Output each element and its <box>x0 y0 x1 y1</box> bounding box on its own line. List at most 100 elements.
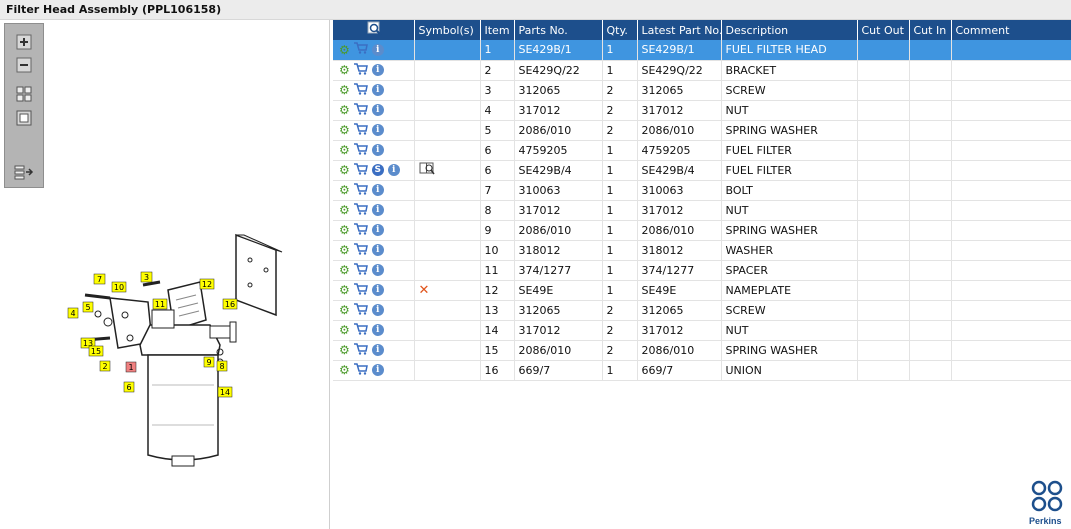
info-icon[interactable]: i <box>371 124 384 136</box>
info-icon[interactable]: i <box>371 324 384 336</box>
info-icon[interactable]: i <box>387 164 400 176</box>
add-to-cart-button[interactable] <box>353 82 368 98</box>
column-header-latest-part-no[interactable]: Latest Part No. <box>637 20 722 40</box>
callout-1[interactable]: 1 <box>125 361 137 373</box>
gear-icon[interactable]: ⚙ <box>339 164 350 176</box>
gear-icon[interactable]: ⚙ <box>339 84 350 96</box>
gear-icon[interactable]: ⚙ <box>339 244 350 256</box>
column-header-preview[interactable] <box>333 20 415 40</box>
info-icon[interactable]: i <box>371 344 384 356</box>
table-row[interactable]: ⚙ i 11 374/1277 1 374/1277 SPACER <box>333 260 1071 281</box>
table-row[interactable]: ⚙ i 9 2086/010 1 2086/010 SPRING WASHER <box>333 220 1071 241</box>
info-icon[interactable]: i <box>371 224 384 236</box>
info-icon[interactable]: i <box>371 244 384 256</box>
add-to-cart-button[interactable] <box>353 302 368 318</box>
table-row[interactable]: ⚙ i 13 312065 2 312065 SCREW <box>333 300 1071 321</box>
add-to-cart-button[interactable] <box>353 122 368 138</box>
gear-icon[interactable]: ⚙ <box>339 284 350 296</box>
table-row[interactable]: ⚙ i 2 SE429Q/22 1 SE429Q/22 BRACKET <box>333 60 1071 81</box>
column-header-parts-no[interactable]: Parts No. <box>514 20 603 40</box>
callout-3[interactable]: 3 <box>140 271 153 283</box>
service-icon[interactable]: S <box>371 164 384 176</box>
column-header-cut-in[interactable]: Cut In <box>909 20 952 40</box>
info-icon[interactable]: i <box>371 64 384 76</box>
gear-icon[interactable]: ⚙ <box>339 224 350 236</box>
add-to-cart-button[interactable] <box>353 282 368 298</box>
callout-5[interactable]: 5 <box>82 301 94 313</box>
column-header-description[interactable]: Description <box>721 20 858 40</box>
add-to-cart-button[interactable] <box>353 102 368 118</box>
add-to-cart-button[interactable] <box>353 182 368 198</box>
add-to-cart-button[interactable] <box>353 322 368 338</box>
info-icon[interactable]: i <box>371 43 384 56</box>
table-row[interactable]: ⚙ i 1 SE429B/1 1 SE429B/1 FUEL FILTER HEAD <box>333 40 1071 61</box>
callout-9[interactable]: 9 <box>203 356 215 368</box>
gear-icon[interactable]: ⚙ <box>339 144 350 156</box>
column-header-symbols[interactable]: Symbol(s) <box>414 20 481 40</box>
add-to-cart-button[interactable] <box>353 142 368 158</box>
table-row[interactable]: ⚙ i 8 317012 1 317012 NUT <box>333 200 1071 221</box>
fit-window-button[interactable] <box>13 109 35 127</box>
info-icon[interactable]: i <box>371 104 384 116</box>
exploded-parts-drawing[interactable]: 7 3 10 12 4 5 11 16 13 15 2 1 9 8 6 14 <box>60 230 300 480</box>
info-icon[interactable]: i <box>371 284 384 296</box>
column-header-comment[interactable]: Comment <box>951 20 1071 40</box>
gear-icon[interactable]: ⚙ <box>339 304 350 316</box>
symbol-book[interactable] <box>419 162 435 178</box>
gear-icon[interactable]: ⚙ <box>339 124 350 136</box>
zoom-in-button[interactable] <box>13 33 35 51</box>
gear-icon[interactable]: ⚙ <box>339 64 350 76</box>
column-header-cut-out[interactable]: Cut Out <box>857 20 910 40</box>
info-icon[interactable]: i <box>371 84 384 96</box>
gear-icon[interactable]: ⚙ <box>339 204 350 216</box>
fit-all-button[interactable] <box>13 85 35 103</box>
add-to-cart-button[interactable] <box>353 42 368 57</box>
callout-11[interactable]: 11 <box>152 298 168 310</box>
table-row[interactable]: ⚙ i 4 317012 2 317012 NUT <box>333 100 1071 121</box>
add-to-cart-button[interactable] <box>353 362 368 378</box>
add-to-cart-button[interactable] <box>353 242 368 258</box>
table-row[interactable]: ⚙ i 14 317012 2 317012 NUT <box>333 320 1071 341</box>
callout-4[interactable]: 4 <box>67 307 79 319</box>
export-list-button[interactable] <box>13 163 35 181</box>
table-row[interactable]: ⚙ i 7 310063 1 310063 BOLT <box>333 180 1071 201</box>
table-row[interactable]: ⚙ i 5 2086/010 2 2086/010 SPRING WASHER <box>333 120 1071 141</box>
table-row[interactable]: ⚙ i 3 312065 2 312065 SCREW <box>333 80 1071 101</box>
info-icon[interactable]: i <box>371 264 384 276</box>
callout-12[interactable]: 12 <box>199 278 215 290</box>
column-header-item[interactable]: Item <box>480 20 515 40</box>
table-row[interactable]: ⚙ i 15 2086/010 2 2086/010 SPRING WASHER <box>333 340 1071 361</box>
gear-icon[interactable]: ⚙ <box>339 344 350 356</box>
callout-2[interactable]: 2 <box>99 360 111 372</box>
table-row[interactable]: ⚙ Si 6 SE429B/4 1 SE429B/4 FUEL FILTER <box>333 160 1071 181</box>
callout-16[interactable]: 16 <box>222 298 238 310</box>
callout-6[interactable]: 6 <box>123 381 135 393</box>
callout-7[interactable]: 7 <box>93 273 106 285</box>
table-row[interactable]: ⚙ i 16 669/7 1 669/7 UNION <box>333 360 1071 381</box>
gear-icon[interactable]: ⚙ <box>339 364 350 376</box>
info-icon[interactable]: i <box>371 184 384 196</box>
column-header-qty[interactable]: Qty. <box>602 20 638 40</box>
callout-8[interactable]: 8 <box>216 360 228 372</box>
zoom-out-button[interactable] <box>13 56 35 74</box>
table-row[interactable]: ⚙ i 10 318012 1 318012 WASHER <box>333 240 1071 261</box>
gear-icon[interactable]: ⚙ <box>339 324 350 336</box>
gear-icon[interactable]: ⚙ <box>339 44 350 56</box>
callout-14[interactable]: 14 <box>217 386 233 398</box>
callout-15[interactable]: 15 <box>88 345 104 357</box>
add-to-cart-button[interactable] <box>353 62 368 78</box>
info-icon[interactable]: i <box>371 204 384 216</box>
add-to-cart-button[interactable] <box>353 222 368 238</box>
info-icon[interactable]: i <box>371 304 384 316</box>
add-to-cart-button[interactable] <box>353 202 368 218</box>
table-row[interactable]: ⚙ i 6 4759205 1 4759205 FUEL FILTER <box>333 140 1071 161</box>
table-row[interactable]: ⚙ i ✕ 12 SE49E 1 SE49E NAMEPLATE <box>333 280 1071 301</box>
gear-icon[interactable]: ⚙ <box>339 264 350 276</box>
info-icon[interactable]: i <box>371 144 384 156</box>
gear-icon[interactable]: ⚙ <box>339 104 350 116</box>
add-to-cart-button[interactable] <box>353 262 368 278</box>
info-icon[interactable]: i <box>371 364 384 376</box>
callout-10[interactable]: 10 <box>111 281 127 293</box>
add-to-cart-button[interactable] <box>353 342 368 358</box>
add-to-cart-button[interactable] <box>353 162 368 178</box>
